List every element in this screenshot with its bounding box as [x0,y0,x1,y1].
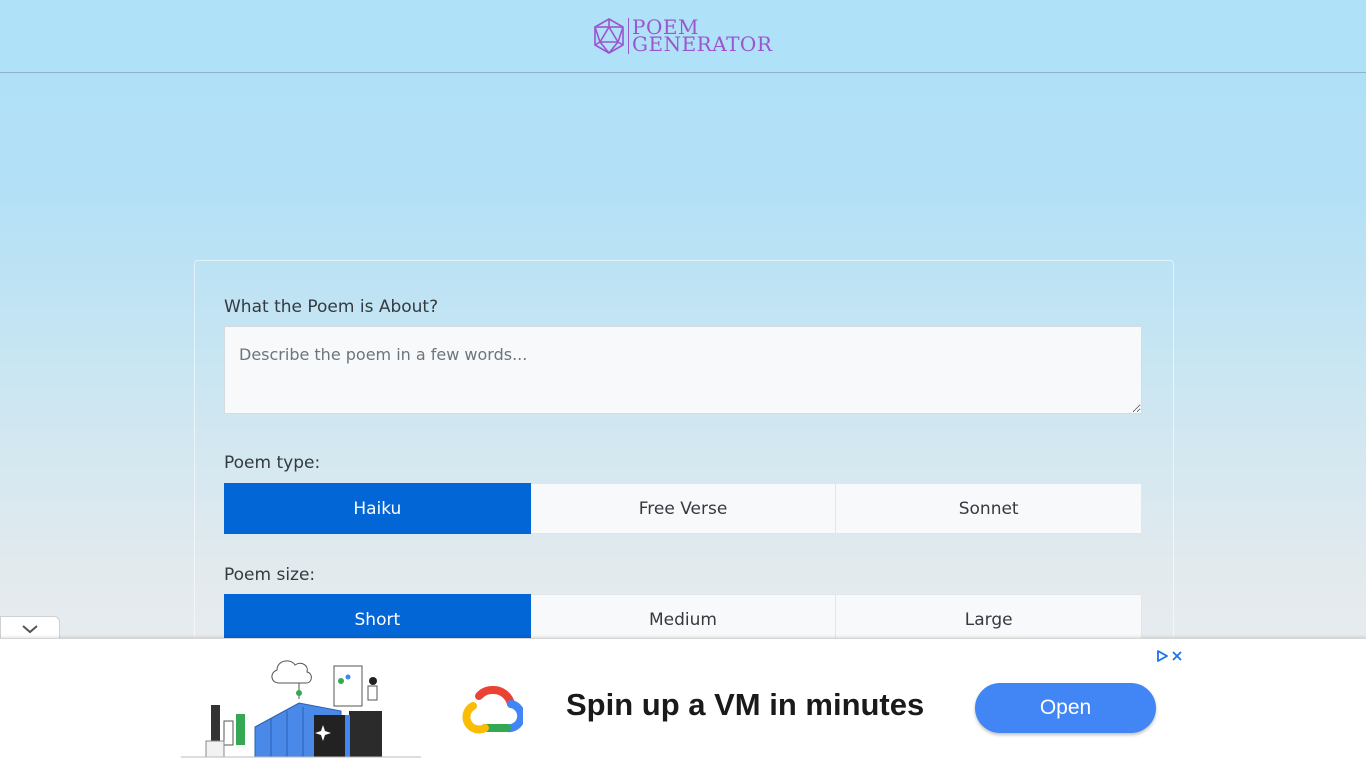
logo-divider [628,18,629,54]
poem-type-free-verse[interactable]: Free Verse [530,483,837,534]
poem-type-sonnet[interactable]: Sonnet [836,483,1143,534]
ad-content[interactable]: Spin up a VM in minutes Open [181,647,1184,769]
adchoices-icon[interactable] [1156,650,1168,662]
chevron-down-icon [22,625,38,634]
site-header: POEM GENERATOR [0,0,1366,73]
poem-type-selector: Haiku Free Verse Sonnet [224,483,1143,534]
google-cloud-icon [462,686,523,734]
logo-icosahedron-icon [594,18,624,54]
site-logo[interactable]: POEM GENERATOR [592,16,772,56]
poem-size-label: Poem size: [224,565,316,585]
poem-type-label: Poem type: [224,453,321,473]
ad-headline[interactable]: Spin up a VM in minutes [566,687,924,723]
poem-type-haiku[interactable]: Haiku [224,483,531,534]
about-label: What the Poem is About? [224,297,439,317]
close-icon[interactable] [1172,651,1182,661]
logo-line-2: GENERATOR [632,32,773,56]
ad-banner: Spin up a VM in minutes Open [0,638,1366,769]
ad-open-button[interactable]: Open [975,683,1156,733]
poem-about-input[interactable] [224,326,1142,414]
logo-wordmark: POEM GENERATOR [632,17,773,56]
adchoices[interactable] [1156,649,1182,663]
ad-illustration [181,660,421,758]
